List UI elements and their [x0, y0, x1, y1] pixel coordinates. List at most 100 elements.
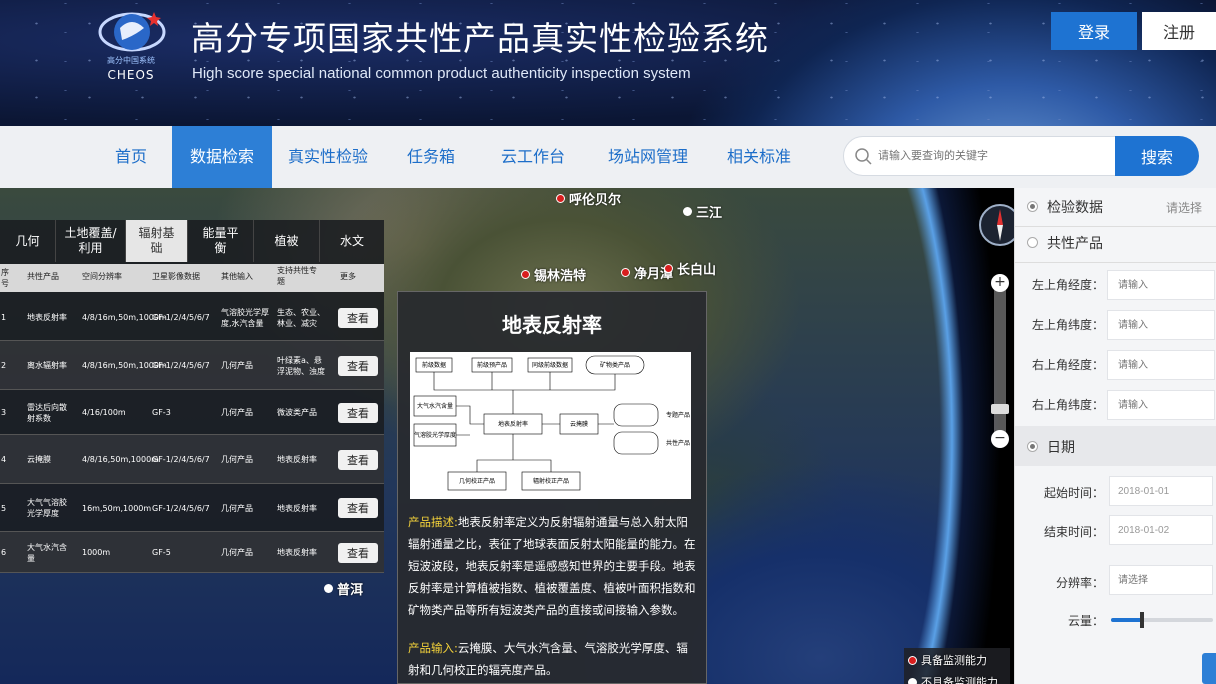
nav-standards[interactable]: 相关标准 — [716, 126, 802, 188]
start-date-input[interactable] — [1109, 476, 1213, 506]
row-satellite: GF-1/2/4/5/6/7 — [152, 503, 210, 513]
logo-caption: 高分中国系统 — [107, 56, 155, 65]
register-button[interactable]: 注册 — [1142, 12, 1216, 50]
panel-toggle-tab[interactable] — [1202, 653, 1216, 684]
radio-inspection-data[interactable] — [1027, 201, 1038, 212]
zoom-in-button[interactable]: + — [991, 274, 1009, 292]
top-left-lat-input[interactable] — [1107, 310, 1215, 340]
radio-date[interactable] — [1027, 441, 1038, 452]
search-button[interactable]: 搜索 — [1115, 136, 1199, 176]
city-marker[interactable]: 普洱 — [324, 579, 363, 598]
col-header-satellite: 卫星影像数据 — [152, 272, 200, 281]
station-dot-icon — [521, 270, 530, 279]
resolution-select[interactable] — [1109, 565, 1213, 595]
logo-brand: CHEOS — [107, 68, 155, 82]
divider — [1015, 262, 1216, 263]
row-satellite: GF-5 — [152, 548, 171, 557]
view-button[interactable]: 查看 — [338, 402, 378, 423]
row-product: 云掩膜 — [27, 455, 51, 464]
row-product: 离水辐射率 — [27, 361, 67, 370]
nav-cloud-workbench[interactable]: 云工作台 — [490, 126, 576, 188]
station-dot-icon — [664, 264, 673, 273]
svg-text:大气水汽含量: 大气水汽含量 — [417, 402, 453, 410]
row-other-input: 几何产品 — [221, 408, 253, 417]
svg-text:前级数据: 前级数据 — [422, 361, 446, 369]
row-resolution: 4/8/16,50m,1000m — [82, 455, 159, 464]
cloud-slider-handle[interactable] — [1140, 612, 1144, 628]
tab-land-cover[interactable]: 土地覆盖/利用 — [56, 220, 126, 262]
col-header-topic: 支持共性专题 — [277, 266, 317, 286]
row-topic: 微波类产品 — [277, 408, 317, 417]
row-other-input: 几何产品 — [221, 361, 253, 370]
search-input[interactable] — [878, 146, 1108, 166]
end-date-input[interactable] — [1109, 515, 1213, 545]
cloud-slider-fill — [1111, 618, 1142, 622]
svg-text:同级前级数据: 同级前级数据 — [532, 361, 568, 369]
row-topic: 地表反射率 — [277, 455, 317, 464]
zoom-slider[interactable] — [994, 275, 1006, 447]
row-satellite: GF-1/2/4/5/6/7 — [152, 361, 210, 370]
zoom-slider-handle[interactable] — [991, 404, 1009, 414]
row-number: 3 — [1, 408, 7, 417]
nav-home[interactable]: 首页 — [96, 126, 166, 188]
row-product: 大气气溶胶光学厚度 — [27, 498, 67, 518]
tab-vegetation[interactable]: 植被 — [254, 220, 320, 262]
tab-radiation[interactable]: 辐射基础 — [126, 220, 188, 262]
svg-text:几何校正产品: 几何校正产品 — [459, 477, 495, 485]
radio-label: 共性产品 — [1047, 236, 1103, 252]
col-header-more: 更多 — [340, 272, 356, 281]
view-button[interactable]: 查看 — [338, 449, 378, 470]
row-number: 4 — [1, 455, 7, 464]
field-label: 左上角纬度： — [1031, 318, 1104, 332]
row-other-input: 几何产品 — [221, 455, 253, 464]
svg-text:地表反射率: 地表反射率 — [498, 420, 528, 428]
divider — [1015, 226, 1216, 227]
station-dot-icon — [908, 655, 917, 665]
row-satellite: GF-1/2/4/5/6/7 — [152, 313, 210, 322]
row-resolution: 4/8/16m,50m,1000m — [82, 361, 167, 370]
legend-item: 不具备监测能力 — [908, 674, 998, 684]
row-topic: 叶绿素a、悬浮泥物、浊度 — [277, 355, 325, 376]
row-satellite: GF-3 — [152, 408, 171, 417]
nav-station-network[interactable]: 场站网管理 — [596, 126, 700, 188]
row-topic: 地表反射率 — [277, 503, 317, 513]
field-label: 结束时间： — [1043, 525, 1104, 539]
nav-task-box[interactable]: 任务箱 — [396, 126, 466, 188]
city-marker[interactable]: 呼伦贝尔 — [556, 189, 621, 208]
row-topic: 地表反射率 — [277, 548, 317, 557]
login-button[interactable]: 登录 — [1051, 12, 1137, 50]
top-right-lat-input[interactable] — [1107, 390, 1215, 420]
tab-energy-balance[interactable]: 能量平衡 — [188, 220, 254, 262]
view-button[interactable]: 查看 — [338, 498, 378, 518]
view-button[interactable]: 查看 — [338, 355, 378, 376]
city-marker[interactable]: 长白山 — [664, 259, 716, 278]
station-dot-icon — [621, 268, 630, 277]
city-marker[interactable]: 三江 — [683, 202, 722, 221]
station-dot-icon — [556, 194, 565, 203]
date-section[interactable] — [1015, 426, 1216, 466]
tab-hydrology[interactable]: 水文 — [320, 220, 384, 262]
row-other-input: 气溶胶光学厚度,水汽含量 — [221, 307, 269, 328]
row-product: 雷达后向散射系数 — [27, 402, 67, 423]
city-marker[interactable]: 锡林浩特 — [521, 265, 586, 284]
inspection-data-select[interactable]: 请选择 — [1166, 199, 1202, 216]
svg-text:前级预产品: 前级预产品 — [477, 361, 507, 369]
col-header-no: 序号 — [1, 268, 9, 288]
nav-authenticity-check[interactable]: 真实性检验 — [278, 126, 378, 188]
radio-common-product[interactable] — [1027, 237, 1038, 248]
view-button[interactable]: 查看 — [338, 307, 378, 328]
nav-data-search[interactable]: 数据检索 — [172, 126, 272, 188]
product-input: 产品输入:云掩膜、大气水汽含量、气溶胶光学厚度、辐射和几何校正的辐亮度产品。 — [408, 641, 688, 677]
station-dot-icon — [324, 584, 333, 593]
product-description: 产品描述:地表反射率定义为反射辐射通量与总入射太阳辐射通量之比，表征了地球表面反… — [408, 515, 696, 617]
row-other-input: 几何产品 — [221, 503, 253, 513]
view-button[interactable]: 查看 — [338, 542, 378, 563]
field-label: 分辨率： — [1055, 576, 1104, 590]
row-resolution: 4/16/100m — [82, 408, 126, 417]
field-label: 云量： — [1067, 614, 1104, 628]
top-right-lon-input[interactable] — [1107, 350, 1215, 380]
zoom-out-button[interactable]: − — [991, 430, 1009, 448]
top-left-lon-input[interactable] — [1107, 270, 1215, 300]
svg-text:专题产品: 专题产品 — [666, 411, 690, 419]
tab-geometry[interactable]: 几何 — [0, 220, 56, 262]
